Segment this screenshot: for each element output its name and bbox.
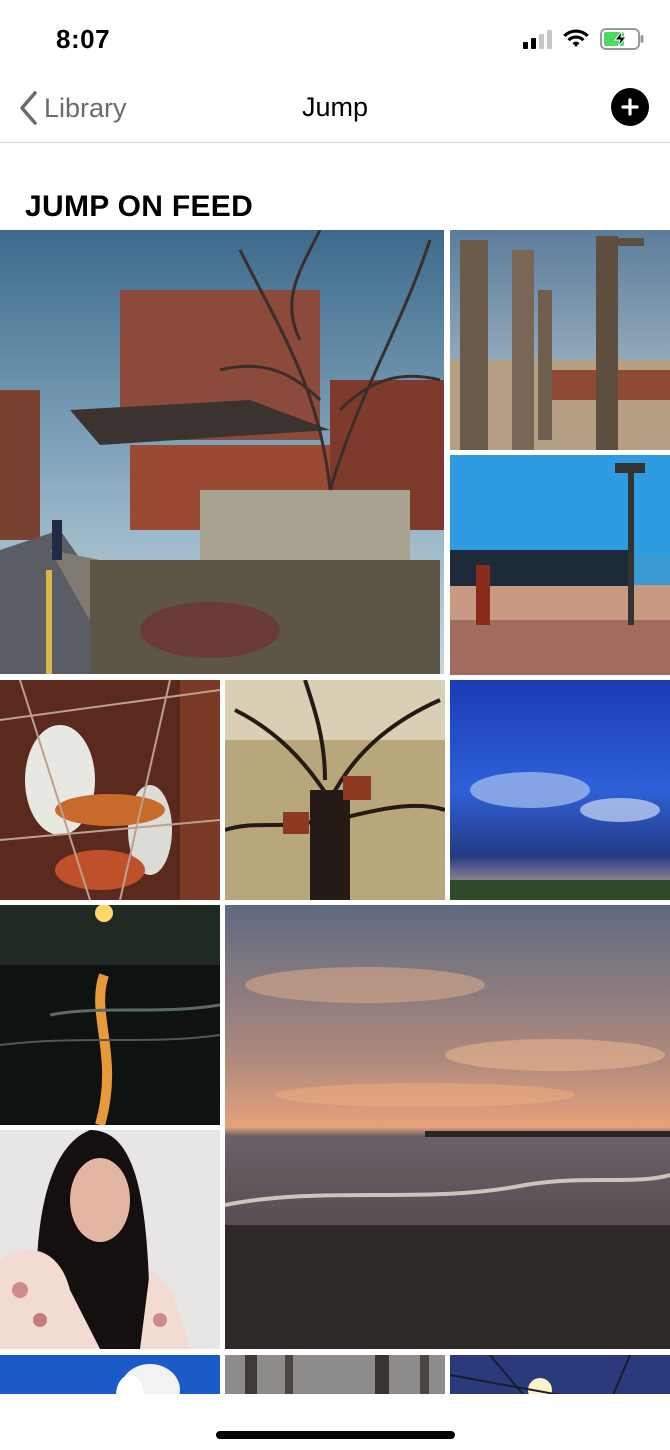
hanok-house-photo [0, 230, 444, 674]
home-bar-area [0, 1394, 670, 1450]
photo-tile-portrait[interactable] [0, 1130, 220, 1349]
home-indicator[interactable] [216, 1431, 455, 1439]
photo-grid [0, 0, 670, 1450]
photo-tile-bare-tree[interactable] [225, 680, 445, 900]
night-sea-photo [0, 905, 220, 1125]
portrait-photo [0, 1130, 220, 1349]
totem-poles-photo [450, 230, 670, 450]
cockatoo-photo [0, 680, 220, 900]
blue-sky-photo [450, 680, 670, 900]
photo-tile-totem-poles[interactable] [450, 230, 670, 450]
photo-tile-blue-sky[interactable] [450, 680, 670, 900]
photo-tile-sunset-pier[interactable] [225, 905, 670, 1349]
photo-tile-night-sea[interactable] [0, 905, 220, 1125]
bare-tree-photo [225, 680, 445, 900]
beach-lamp-photo [450, 455, 670, 675]
sunset-pier-photo [225, 905, 670, 1349]
photo-tile-beach-lamp[interactable] [450, 455, 670, 675]
photo-tile-cockatoo[interactable] [0, 680, 220, 900]
photo-tile-hanok-house[interactable] [0, 230, 444, 674]
